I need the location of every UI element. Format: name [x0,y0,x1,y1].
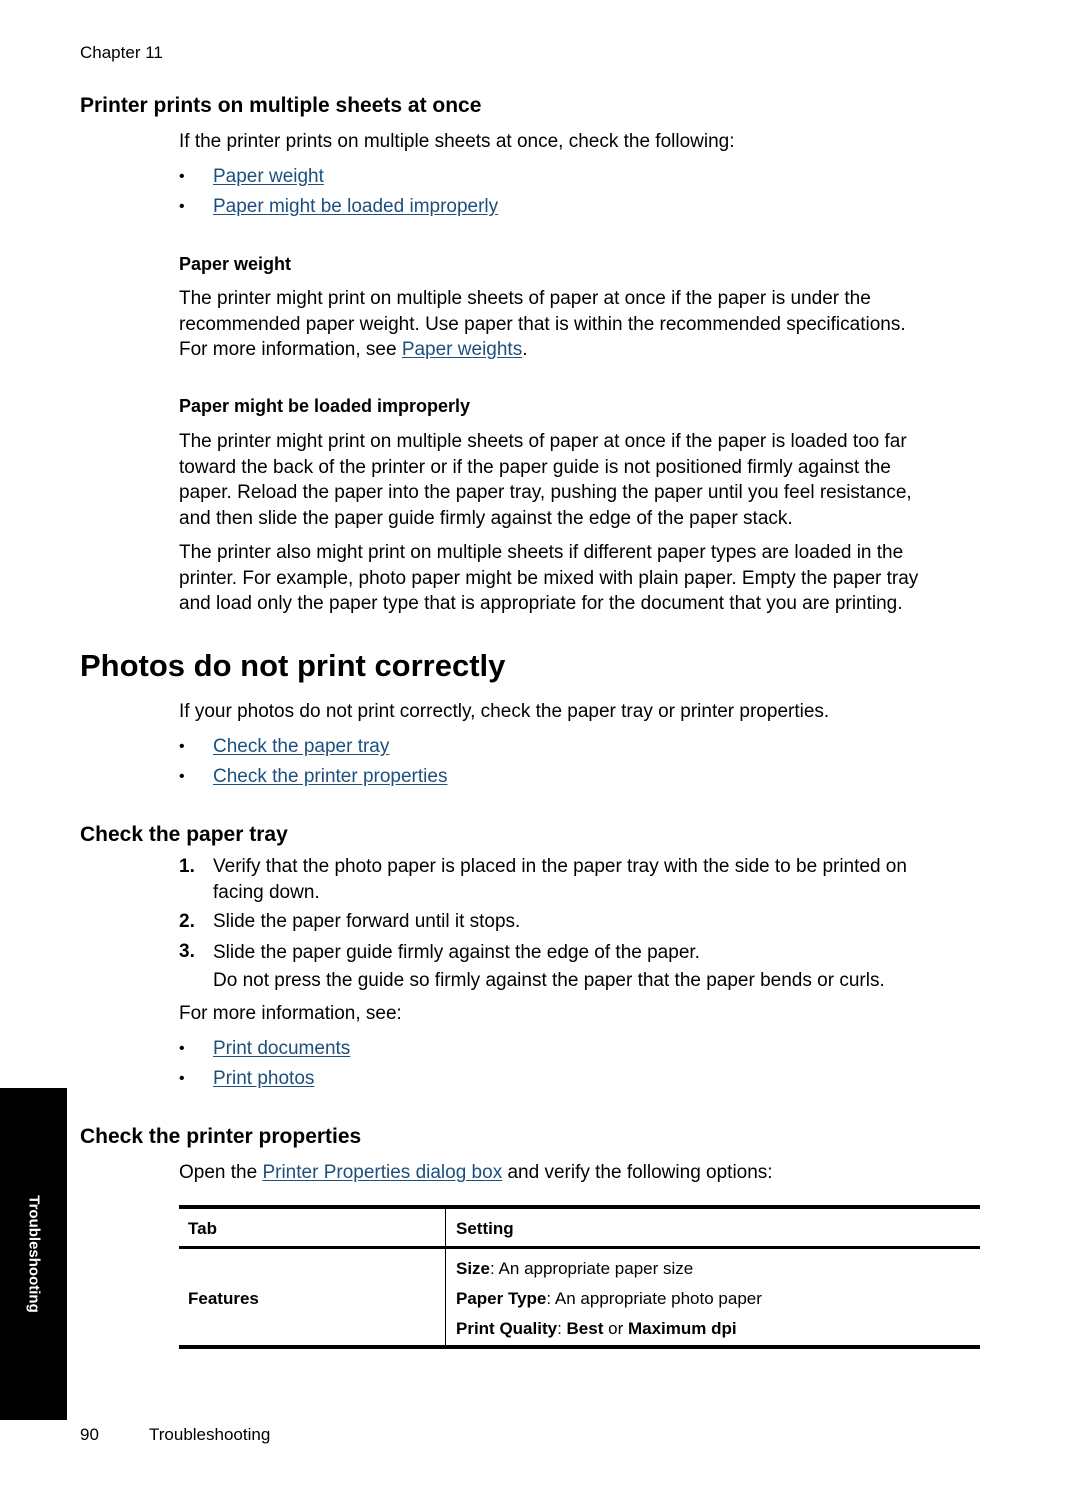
side-tab: Troubleshooting [0,1088,67,1420]
text-line: Slide the paper guide firmly against the… [213,942,700,963]
text-line: printer. For example, photo paper might … [179,567,919,589]
section-heading-check-paper-tray: Check the paper tray [80,823,288,846]
text-line: For more information, see Paper weights. [179,337,906,363]
text: or [603,1319,628,1338]
text-line: The printer might print on multiple shee… [179,431,907,452]
subheading-paper-weight: Paper weight [179,254,292,274]
bullet: • [179,738,185,755]
link-paper-weights[interactable]: Paper weights [402,339,522,360]
step-1: 1. Verify that the photo paper is placed… [179,854,989,905]
section-intro: If the printer prints on multiple sheets… [179,131,735,152]
setting-label: Print Quality [456,1319,558,1338]
text-line: recommended paper weight. Use paper that… [179,313,906,335]
bullet: • [179,198,185,215]
text-line: facing down. [213,881,320,903]
more-info-label: For more information, see: [179,1003,402,1024]
text-line: Do not press the guide so firmly against… [213,970,885,991]
running-head: Chapter 11 [80,43,163,62]
text-line: The printer also might print on multiple… [179,542,904,563]
setting-label: Paper Type [456,1289,547,1308]
table-cell-tab: Features [188,1289,259,1308]
text: : [490,1259,499,1278]
text: : [546,1289,555,1308]
step-2: 2. Slide the paper forward until it stop… [179,909,989,935]
setting-value: An appropriate photo paper [554,1289,762,1308]
link-print-documents[interactable]: Print documents [213,1036,350,1062]
setting-value: Maximum dpi [627,1319,737,1338]
step-number: 2. [179,911,195,932]
setting-size: Size: An appropriate paper size [456,1259,693,1279]
table-header-tab: Tab [188,1219,217,1238]
bullet: • [179,768,185,785]
table-rule-top [179,1205,980,1209]
text: Open the [179,1162,263,1183]
setting-value: Best [566,1319,604,1338]
paragraph-paper-weight: The printer might print on multiple shee… [179,286,906,363]
page-heading-photos: Photos do not print correctly [80,648,506,683]
text-line: and load only the paper type that is app… [179,593,903,614]
link-paper-loaded-improperly[interactable]: Paper might be loaded improperly [213,194,498,220]
footer-title: Troubleshooting [149,1425,271,1444]
bullet: • [179,1040,185,1057]
side-tab-label: Troubleshooting [25,1195,43,1313]
section-heading-multiple-sheets: Printer prints on multiple sheets at onc… [80,94,482,117]
table-header-setting: Setting [456,1219,514,1238]
text: . [522,339,528,360]
setting-paper-type: Paper Type: An appropriate photo paper [456,1289,762,1309]
table-rule-header [179,1246,980,1249]
step-number: 3. [179,941,195,962]
setting-label: Size [456,1259,491,1278]
link-check-paper-tray[interactable]: Check the paper tray [213,734,389,760]
paragraph-loaded-improperly-1: The printer might print on multiple shee… [179,429,912,531]
text: and verify the following options: [502,1162,773,1183]
link-check-printer-properties[interactable]: Check the printer properties [213,764,447,790]
text-line: Verify that the photo paper is placed in… [213,856,907,877]
table-rule-bottom [179,1345,980,1349]
text-line: Slide the paper forward until it stops. [213,911,521,932]
bullet: • [179,168,185,185]
subheading-paper-loaded-improperly: Paper might be loaded improperly [179,396,471,416]
text-line: toward the back of the printer or if the… [179,456,891,478]
section-heading-check-printer-properties: Check the printer properties [80,1125,362,1148]
table-column-divider [445,1209,446,1345]
text-line: paper. Reload the paper into the paper t… [179,482,912,503]
section-intro: Open the Printer Properties dialog box a… [179,1160,773,1186]
text-line: The printer might print on multiple shee… [179,288,871,309]
step-number: 1. [179,856,195,877]
text: For more information, see [179,339,402,360]
setting-print-quality: Print Quality: Best or Maximum dpi [456,1319,737,1339]
link-printer-properties-dialog[interactable]: Printer Properties dialog box [262,1162,502,1183]
bullet: • [179,1070,185,1087]
step-3: 3. Slide the paper guide firmly against … [179,939,989,995]
footer-page-number: 90 [80,1425,99,1444]
text-line: and then slide the paper guide firmly ag… [179,507,793,529]
link-paper-weight[interactable]: Paper weight [213,164,324,190]
paragraph-loaded-improperly-2: The printer also might print on multiple… [179,540,918,617]
link-print-photos[interactable]: Print photos [213,1066,314,1092]
setting-value: An appropriate paper size [498,1259,694,1278]
section-intro: If your photos do not print correctly, c… [179,701,830,722]
text: : [557,1319,567,1338]
